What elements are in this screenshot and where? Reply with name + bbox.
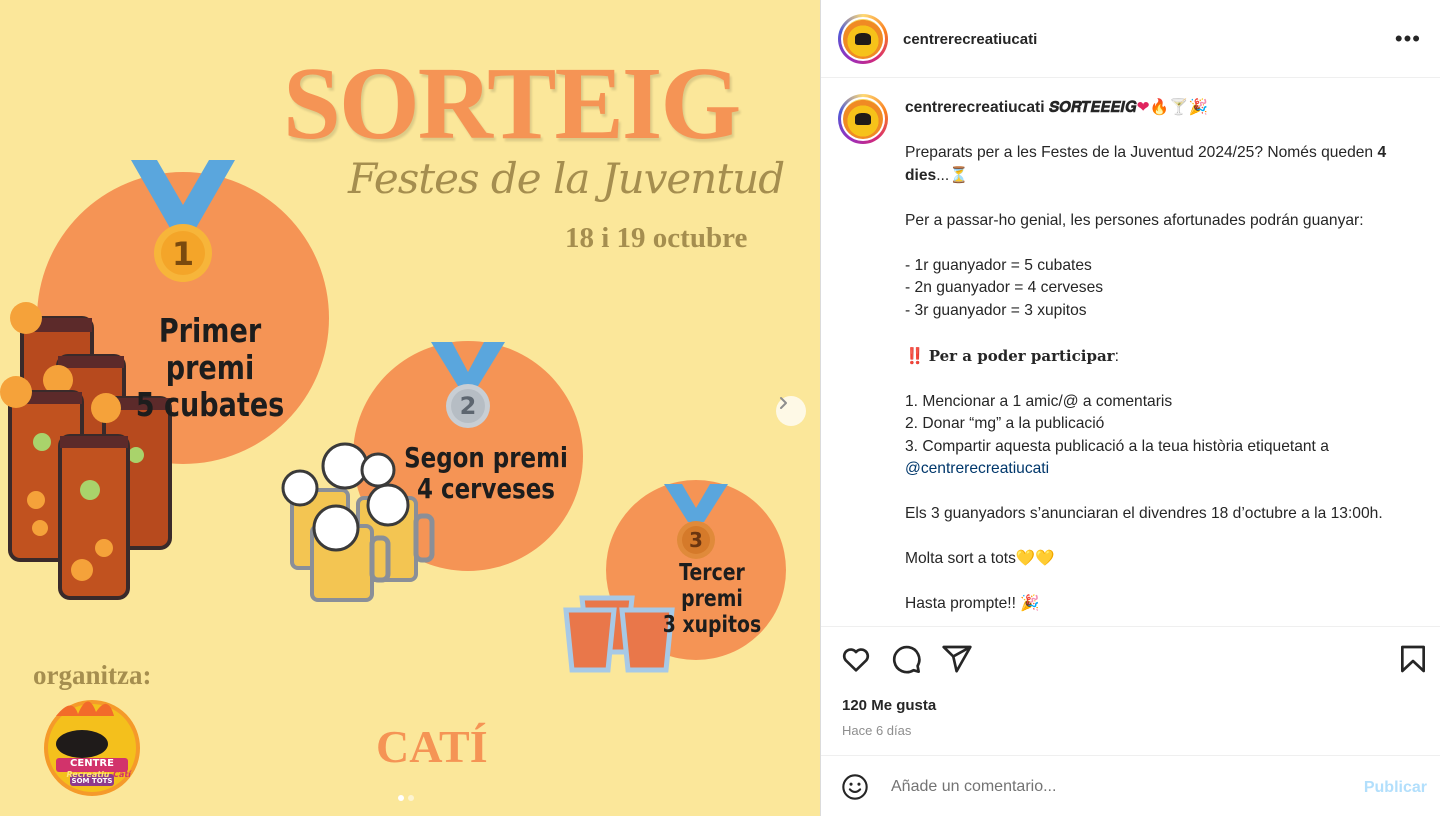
prize-1-text: Primer premi 5 cubates: [112, 311, 309, 424]
prize-1-amount: 5 cubates: [135, 384, 285, 424]
caption-prize-line: - 1r guanyador = 5 cubates: [905, 256, 1092, 274]
carousel-dot-1: [398, 795, 404, 801]
bookmark-icon[interactable]: [1397, 643, 1429, 675]
poster-dates: 18 i 19 octubre: [565, 222, 748, 254]
poster-town: CATÍ: [376, 721, 488, 772]
carousel-indicator: [398, 795, 414, 801]
avatar[interactable]: [838, 14, 888, 64]
medal-3-number: 3: [689, 528, 703, 552]
caption-genial: Per a passar-ho genial, les persones afo…: [905, 211, 1364, 229]
emoji-icon[interactable]: [841, 773, 869, 801]
carousel-dot-2: [408, 795, 414, 801]
caption-step: 2. Donar “mg” a la publicació: [905, 415, 1105, 432]
comment-input[interactable]: [891, 770, 1331, 804]
logo-text-cati: Catí: [113, 770, 131, 779]
caption-headline: 𝑺𝑶𝑹𝑻𝑬𝑬𝑬𝑰𝑮: [1048, 98, 1137, 116]
caption-area: centrerecreatiucati 𝑺𝑶𝑹𝑻𝑬𝑬𝑬𝑰𝑮❤🔥🍸🎉 Prepar…: [821, 78, 1440, 626]
caption-announce: Els 3 guanyadors s’anunciaran el divendr…: [905, 505, 1383, 522]
prize-2-amount: 4 cerveses: [417, 472, 555, 506]
caption-luck: Molta sort a tots💛💛: [905, 550, 1055, 567]
caption-first-line: centrerecreatiucati 𝑺𝑶𝑹𝑻𝑬𝑬𝑬𝑰𝑮❤🔥🍸🎉: [905, 96, 1415, 120]
caption-avatar[interactable]: [838, 94, 888, 144]
prize-3-title: Tercer premi: [679, 560, 745, 612]
comment-icon[interactable]: [890, 643, 922, 675]
heart-icon[interactable]: [840, 643, 872, 675]
post-side-panel: centrerecreatiucati ••• centrerecreatiuc…: [820, 0, 1440, 816]
carousel-next-button[interactable]: [776, 396, 806, 426]
post-media: SORTEIG Festes de la Juventud 18 i 19 oc…: [0, 0, 820, 816]
avatar-image: [843, 19, 883, 59]
caption-prize-line: - 2n guanyador = 4 cerveses: [905, 279, 1104, 296]
logo-text-centre: CENTRE: [70, 758, 114, 769]
caption-intro: Preparats per a les Festes de la Juventu…: [905, 144, 1387, 184]
caption-prize-line: - 3r guanyador = 3 xupitos: [905, 301, 1087, 319]
publish-button[interactable]: Publicar: [1364, 779, 1427, 797]
caption-username[interactable]: centrerecreatiucati: [905, 99, 1045, 116]
medal-2-number: 2: [459, 392, 477, 420]
prize-2-title: Segon premi: [404, 441, 568, 474]
comment-box: Publicar: [821, 756, 1440, 816]
prize-1-title: Primer premi: [158, 311, 262, 387]
caption-headline-emojis: ❤🔥🍸🎉: [1136, 99, 1208, 116]
prize-3-amount: 3 xupitos: [662, 611, 762, 638]
poster-title: SORTEIG: [283, 46, 741, 161]
caption-step: 1. Mencionar a 1 amic/@ a comentaris: [905, 392, 1173, 410]
caption-mention-link[interactable]: @centrerecreatiucati: [905, 460, 1049, 477]
post-header: centrerecreatiucati •••: [821, 0, 1440, 78]
organizer-label: organitza:: [33, 660, 152, 690]
prize-3-text: Tercer premi 3 xupitos: [646, 560, 777, 638]
header-username[interactable]: centrerecreatiucati: [903, 31, 1037, 48]
poster-subtitle: Festes de la Juventud: [348, 154, 785, 203]
caption-step: 3. Compartir aquesta publicació a la teu…: [905, 437, 1329, 455]
logo-text-som-tots: SOM TOTS: [71, 777, 113, 785]
likes-count[interactable]: 120 Me gusta: [842, 697, 936, 714]
caption-participate: ‼️ Per a poder participar:: [905, 346, 1119, 365]
more-horizontal-icon[interactable]: •••: [1395, 28, 1421, 50]
medal-1-number: 1: [171, 235, 195, 273]
caption-text: centrerecreatiucati 𝑺𝑶𝑹𝑻𝑬𝑬𝑬𝑰𝑮❤🔥🍸🎉 Prepar…: [905, 96, 1415, 616]
caption-cut-line: Hasta prompte!! 🎉: [905, 595, 1040, 612]
post-actions: 120 Me gusta Hace 6 días: [821, 626, 1440, 756]
prize-2-text: Segon premi 4 cerveses: [404, 442, 568, 505]
share-icon[interactable]: [941, 643, 973, 675]
chevron-right-icon: [780, 397, 787, 409]
post-timestamp[interactable]: Hace 6 días: [842, 723, 911, 738]
